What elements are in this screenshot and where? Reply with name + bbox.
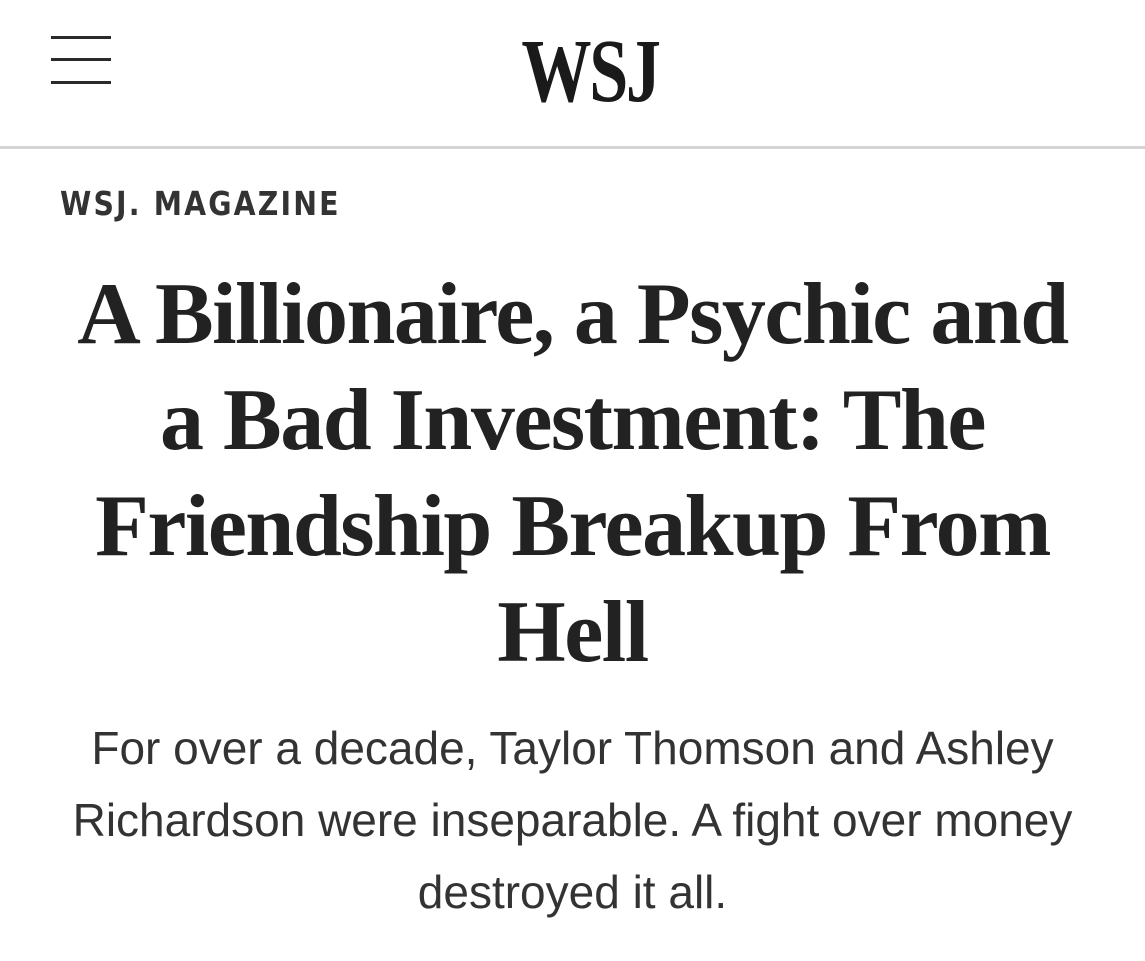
article-headline: A Billionaire, a Psychic and a Bad Inves…: [77, 266, 1069, 681]
wsj-logo[interactable]: WSJ: [498, 22, 682, 122]
menu-line-middle: [51, 58, 111, 61]
site-header: WSJ: [0, 0, 1145, 149]
menu-line-top: [51, 36, 111, 39]
header-divider: [0, 146, 1145, 149]
hamburger-menu-icon[interactable]: [44, 30, 118, 94]
section-label[interactable]: WSJ. MAGAZINE: [60, 182, 341, 226]
article-dek: For over a decade, Taylor Thomson and As…: [72, 722, 1073, 918]
menu-line-bottom: [51, 81, 111, 84]
